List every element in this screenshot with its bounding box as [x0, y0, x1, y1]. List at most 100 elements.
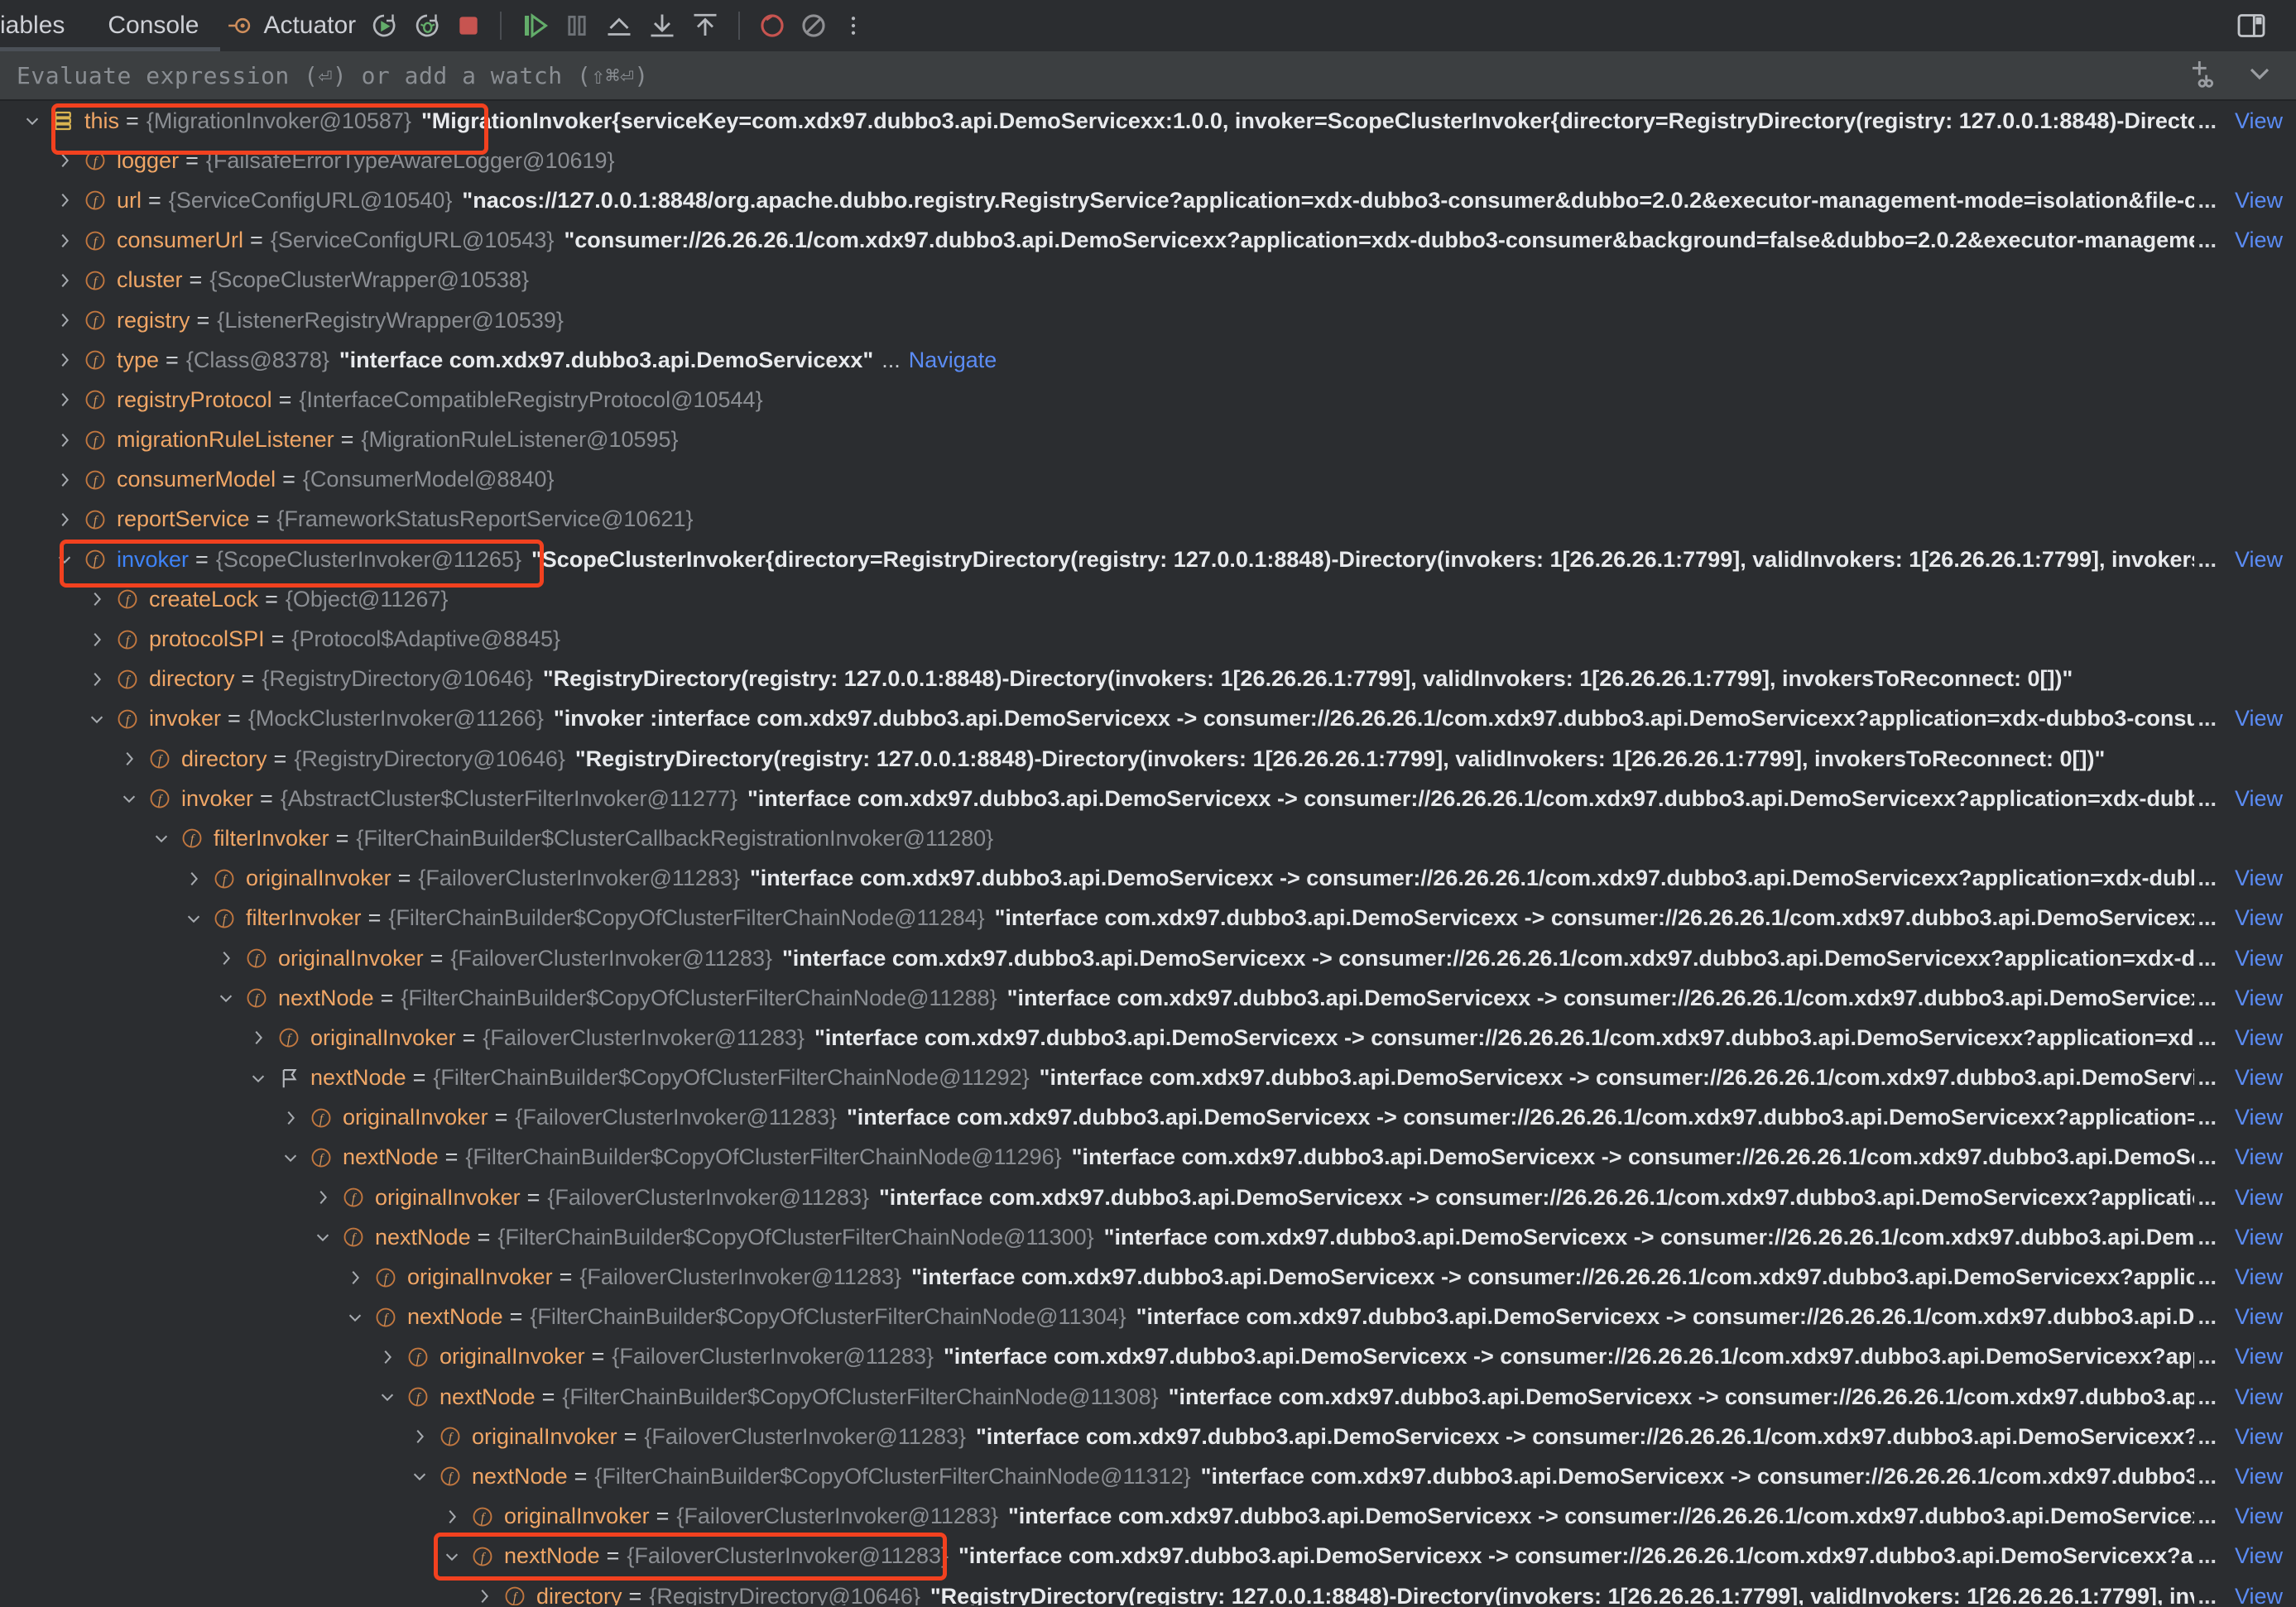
chevron-right-icon[interactable]: [50, 271, 79, 290]
tree-row[interactable]: f originalInvoker = {FailoverClusterInvoker…: [0, 1178, 2296, 1217]
pause-program-button[interactable]: [556, 0, 598, 51]
chevron-right-icon[interactable]: [50, 191, 79, 209]
tree-row[interactable]: f originalInvoker = {FailoverClusterInvoker…: [0, 938, 2296, 978]
tree-row[interactable]: f nextNode = {FailoverClusterInvoker@11283}…: [0, 1537, 2296, 1576]
view-link[interactable]: View: [2226, 1144, 2283, 1171]
chevron-down-icon[interactable]: [50, 550, 79, 568]
view-link[interactable]: View: [2226, 546, 2283, 573]
chevron-right-icon[interactable]: [244, 1029, 272, 1047]
tree-row[interactable]: this = {MigrationInvoker@10587} "MigrationI…: [0, 101, 2296, 141]
add-watch-icon[interactable]: [2188, 57, 2222, 94]
view-link[interactable]: View: [2226, 866, 2283, 892]
chevron-right-icon[interactable]: [50, 391, 79, 409]
chevron-right-icon[interactable]: [50, 232, 79, 250]
chevron-right-icon[interactable]: [373, 1348, 401, 1366]
more-options-button[interactable]: [834, 0, 872, 51]
tree-row[interactable]: f nextNode = {FilterChainBuilder$CopyOfClus…: [0, 978, 2296, 1018]
chevron-right-icon[interactable]: [50, 311, 79, 329]
view-link[interactable]: View: [2226, 1344, 2283, 1370]
tree-row[interactable]: f nextNode = {FilterChainBuilder$CopyOfClus…: [0, 1217, 2296, 1257]
view-link[interactable]: View: [2226, 108, 2283, 134]
view-link[interactable]: View: [2226, 905, 2283, 932]
layout-settings-button[interactable]: [2228, 0, 2274, 51]
navigate-link[interactable]: Navigate: [909, 348, 997, 373]
view-link[interactable]: View: [2226, 1504, 2283, 1530]
view-link[interactable]: View: [2226, 706, 2283, 732]
view-link[interactable]: View: [2226, 228, 2283, 254]
chevron-down-icon[interactable]: [309, 1228, 337, 1246]
chevron-down-icon[interactable]: [276, 1149, 305, 1167]
view-link[interactable]: View: [2226, 1264, 2283, 1291]
view-link[interactable]: View: [2226, 1463, 2283, 1489]
tree-row[interactable]: f nextNode = {FilterChainBuilder$CopyOfClus…: [0, 1456, 2296, 1496]
chevron-down-icon[interactable]: [438, 1547, 466, 1566]
stop-button[interactable]: [449, 0, 488, 51]
rerun-debug-button[interactable]: [406, 0, 449, 51]
tree-row[interactable]: f nextNode = {FilterChainBuilder$CopyOfClus…: [0, 1138, 2296, 1178]
tree-row[interactable]: f registry = {ListenerRegistryWrapper@10539…: [0, 300, 2296, 340]
tree-row[interactable]: f reportService = {FrameworkStatusReportSer…: [0, 500, 2296, 540]
step-into-button[interactable]: [641, 0, 684, 51]
tree-row[interactable]: nextNode = {FilterChainBuilder$CopyOfClust…: [0, 1058, 2296, 1098]
tree-row[interactable]: f directory = {RegistryDirectory@10646} "Reg…: [0, 739, 2296, 779]
tree-row[interactable]: f originalInvoker = {FailoverClusterInvoker…: [0, 859, 2296, 899]
chevron-right-icon[interactable]: [470, 1587, 498, 1605]
tree-row[interactable]: f protocolSPI = {Protocol$Adaptive@8845}: [0, 619, 2296, 659]
chevron-right-icon[interactable]: [438, 1508, 466, 1526]
tree-row[interactable]: f consumerModel = {ConsumerModel@8840}: [0, 460, 2296, 500]
tree-row[interactable]: f originalInvoker = {FailoverClusterInvoker…: [0, 1098, 2296, 1138]
tree-row[interactable]: f nextNode = {FilterChainBuilder$CopyOfClus…: [0, 1377, 2296, 1417]
view-link[interactable]: View: [2226, 187, 2283, 213]
chevron-down-icon[interactable]: [341, 1308, 369, 1326]
tree-row[interactable]: f filterInvoker = {FilterChainBuilder$CopyO…: [0, 899, 2296, 938]
tree-row[interactable]: f cluster = {ScopeClusterWrapper@10538}: [0, 261, 2296, 300]
chevron-down-icon[interactable]: [147, 829, 175, 847]
chevron-right-icon[interactable]: [406, 1427, 434, 1446]
chevron-down-icon[interactable]: [244, 1069, 272, 1087]
step-over-button[interactable]: [598, 0, 641, 51]
tree-row[interactable]: f invoker = {MockClusterInvoker@11266} "invo…: [0, 699, 2296, 739]
chevron-down-icon[interactable]: [18, 112, 46, 130]
mute-breakpoints-button[interactable]: [793, 0, 834, 51]
chevron-right-icon[interactable]: [309, 1188, 337, 1206]
view-link[interactable]: View: [2226, 1384, 2283, 1410]
tab-variables[interactable]: riables: [0, 0, 86, 51]
chevron-right-icon[interactable]: [50, 351, 79, 369]
tree-row[interactable]: f directory = {RegistryDirectory@10646} "Reg…: [0, 1576, 2296, 1605]
tab-console[interactable]: Console: [86, 0, 220, 51]
tree-row[interactable]: f invoker = {ScopeClusterInvoker@11265} "Sco…: [0, 540, 2296, 579]
chevron-right-icon[interactable]: [83, 590, 111, 608]
tree-row[interactable]: f registryProtocol = {InterfaceCompatibleRe…: [0, 380, 2296, 420]
chevron-right-icon[interactable]: [212, 949, 240, 967]
view-link[interactable]: View: [2226, 1105, 2283, 1131]
view-breakpoints-button[interactable]: [752, 0, 793, 51]
chevron-down-icon[interactable]: [373, 1388, 401, 1406]
view-link[interactable]: View: [2226, 945, 2283, 971]
view-link[interactable]: View: [2226, 985, 2283, 1011]
chevron-right-icon[interactable]: [50, 151, 79, 170]
variables-tree[interactable]: this = {MigrationInvoker@10587} "MigrationI…: [0, 101, 2296, 1605]
chevron-down-icon[interactable]: [180, 909, 208, 928]
tree-row[interactable]: f originalInvoker = {FailoverClusterInvoker…: [0, 1018, 2296, 1058]
tree-row[interactable]: f migrationRuleListener = {MigrationRuleLis…: [0, 420, 2296, 460]
step-out-button[interactable]: [684, 0, 727, 51]
view-link[interactable]: View: [2226, 1024, 2283, 1051]
chevron-down-icon[interactable]: [83, 710, 111, 728]
tree-row[interactable]: f originalInvoker = {FailoverClusterInvoker…: [0, 1497, 2296, 1537]
chevron-right-icon[interactable]: [276, 1109, 305, 1127]
chevron-right-icon[interactable]: [83, 631, 111, 649]
tree-row[interactable]: f type = {Class@8378} "interface com.xdx97.d…: [0, 340, 2296, 380]
tree-row[interactable]: f directory = {RegistryDirectory@10646} "Reg…: [0, 660, 2296, 699]
tree-row[interactable]: f invoker = {AbstractCluster$ClusterFilterI…: [0, 779, 2296, 818]
chevron-right-icon[interactable]: [83, 670, 111, 688]
tree-row[interactable]: f originalInvoker = {FailoverClusterInvoker…: [0, 1257, 2296, 1297]
chevron-right-icon[interactable]: [180, 870, 208, 888]
view-link[interactable]: View: [2226, 1304, 2283, 1331]
view-link[interactable]: View: [2226, 1423, 2283, 1450]
view-link[interactable]: View: [2226, 1543, 2283, 1570]
view-link[interactable]: View: [2226, 1184, 2283, 1211]
resume-program-button[interactable]: [513, 0, 556, 51]
actuator-button[interactable]: Actuator: [220, 0, 363, 51]
chevron-down-icon[interactable]: [406, 1467, 434, 1485]
chevron-down-icon[interactable]: [115, 789, 143, 808]
